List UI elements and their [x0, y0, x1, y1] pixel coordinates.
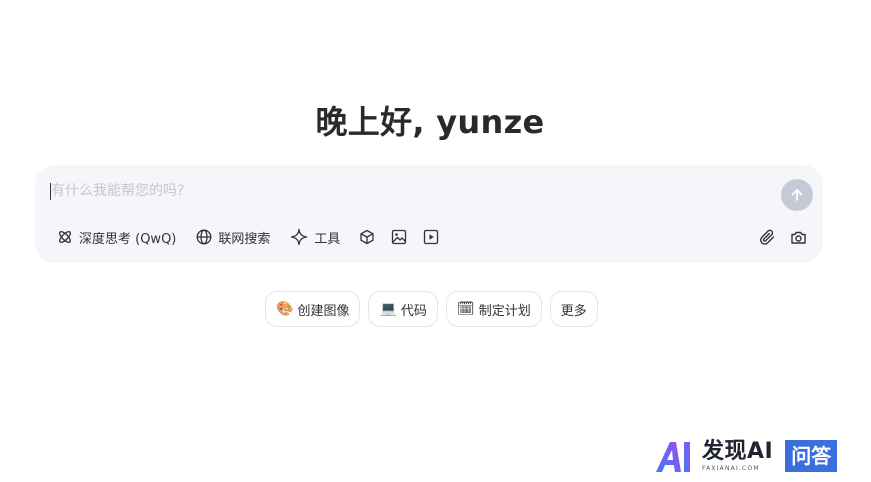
palette-icon: 🎨 — [276, 301, 294, 317]
chip-more[interactable]: 更多 — [549, 291, 598, 327]
tools-button[interactable]: 工具 — [284, 225, 346, 249]
paperclip-icon — [760, 229, 775, 245]
attach-button[interactable] — [757, 225, 778, 249]
watermark: 发现AI FAXIANAI.COM 问答 — [654, 436, 838, 476]
deep-think-toggle[interactable]: 深度思考 (QwQ) — [51, 225, 182, 249]
sparkle-icon — [291, 228, 308, 246]
chip-label: 制定计划 — [478, 303, 531, 319]
chip-label: 更多 — [560, 303, 587, 319]
deep-think-label: 深度思考 (QwQ) — [79, 231, 177, 247]
greeting-title: 晚上好, yunze — [315, 103, 545, 141]
video-generation-button[interactable] — [418, 225, 444, 249]
watermark-brand: 发现AI — [702, 438, 774, 464]
tools-label: 工具 — [314, 231, 341, 247]
arrow-up-icon — [791, 189, 803, 201]
image-icon — [392, 229, 407, 245]
atom-icon — [59, 231, 71, 243]
brand-logo-icon — [656, 442, 690, 472]
chat-composer: 深度思考 (QwQ) 联网搜索 工具 — [35, 165, 823, 263]
video-icon — [424, 229, 439, 245]
watermark-text: 发现AI FAXIANAI.COM — [702, 438, 774, 472]
globe-icon — [196, 229, 212, 245]
image-generation-button[interactable] — [386, 225, 412, 249]
camera-button[interactable] — [788, 225, 809, 249]
laptop-icon: 💻 — [379, 301, 397, 317]
chip-make-plan[interactable]: 🗓 制定计划 — [445, 291, 542, 327]
cube-icon — [360, 229, 375, 245]
web-search-label: 联网搜索 — [218, 231, 271, 247]
chip-create-image[interactable]: 🎨 创建图像 — [265, 291, 361, 327]
chip-label: 创建图像 — [297, 303, 350, 319]
calendar-icon: 🗓 — [456, 301, 475, 317]
watermark-domain: FAXIANAI.COM — [702, 464, 760, 472]
camera-icon — [791, 231, 806, 244]
composer-right-tools — [757, 225, 809, 249]
chat-input[interactable] — [51, 179, 751, 203]
chip-label: 代码 — [400, 303, 427, 319]
artifact-button[interactable] — [354, 225, 380, 249]
chip-code[interactable]: 💻 代码 — [368, 291, 438, 327]
web-search-toggle[interactable]: 联网搜索 — [190, 225, 276, 249]
composer-toolbar: 深度思考 (QwQ) 联网搜索 工具 — [51, 225, 450, 249]
watermark-badge: 问答 — [785, 440, 838, 472]
send-button[interactable] — [781, 179, 813, 211]
suggestion-chips: 🎨 创建图像 💻 代码 🗓 制定计划 更多 — [265, 291, 598, 327]
